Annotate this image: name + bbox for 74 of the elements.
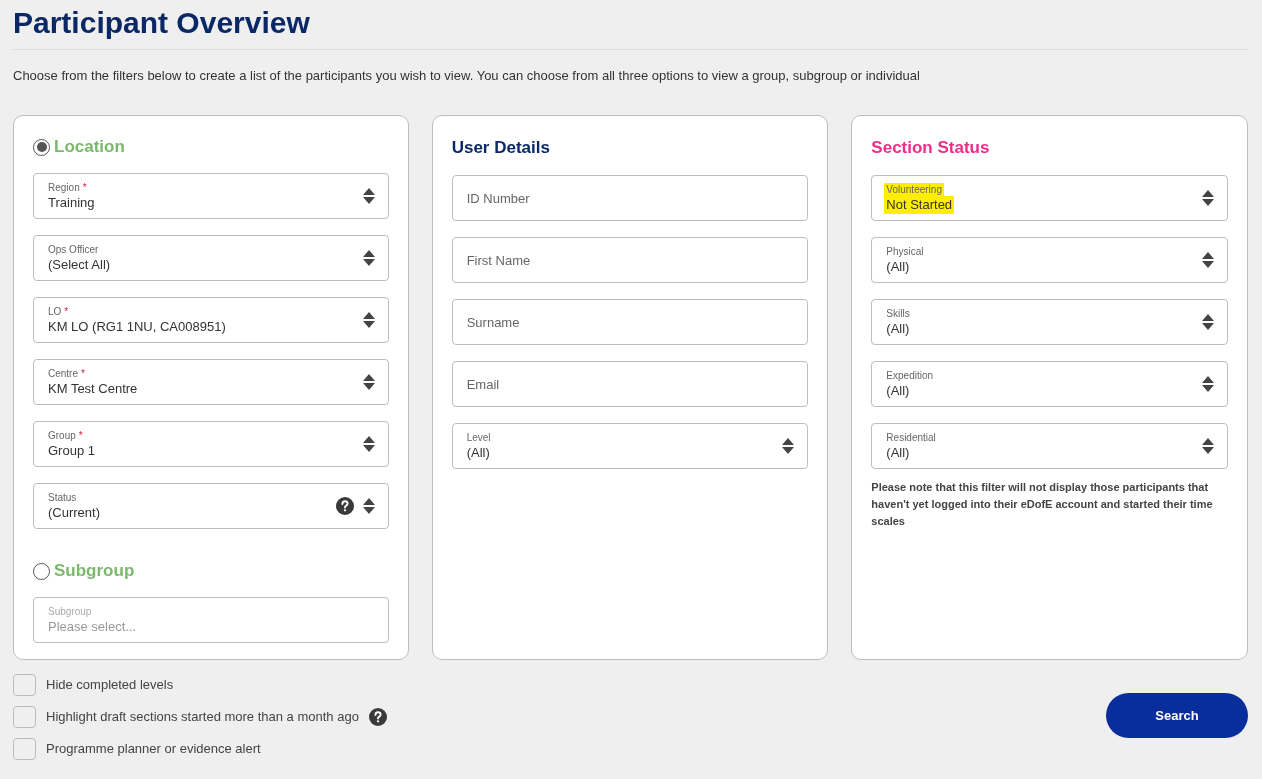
field-value: KM Test Centre xyxy=(48,379,138,398)
sort-arrows-icon xyxy=(362,188,375,204)
field-label: Group xyxy=(48,428,76,442)
dropdown-field[interactable]: Status (Current) xyxy=(33,483,389,529)
help-icon[interactable] xyxy=(368,708,387,726)
checkbox-label: Highlight draft sections started more than a month ago xyxy=(46,708,359,727)
filter-note: Please note that this filter will not display those participants that haven't yet logged into their eDofE account and started their time scales xyxy=(871,480,1214,529)
checkbox-label: Programme planner or evidence alert xyxy=(46,740,261,759)
field-label: Residential xyxy=(886,430,936,444)
sort-arrows-icon xyxy=(1202,314,1214,330)
search-button[interactable]: Search xyxy=(1106,693,1248,738)
field-label: Expedition xyxy=(886,368,934,382)
checkbox[interactable] xyxy=(13,738,36,760)
sort-arrows-icon xyxy=(1202,376,1214,392)
description: Choose from the filters below to create a list of the participants you wish to view. You can choose from all three options to view a group, subgroup or individual xyxy=(13,67,920,85)
section-heading: Subgroup xyxy=(54,560,135,583)
field-value: Training xyxy=(48,193,95,212)
text-field[interactable]: Email xyxy=(451,361,809,407)
field-value: (All) xyxy=(886,381,910,400)
dropdown-field[interactable]: Region * Training xyxy=(33,173,389,219)
section-heading: Section Status xyxy=(871,138,990,158)
field-placeholder: Please select... xyxy=(48,617,137,636)
page-title: Participant Overview xyxy=(13,5,310,41)
help-icon[interactable] xyxy=(335,497,354,515)
sort-arrows-icon xyxy=(362,374,375,390)
checkbox[interactable] xyxy=(13,706,36,728)
field-value: Group 1 xyxy=(48,441,95,460)
sort-arrows-icon xyxy=(362,250,375,266)
required-mark: * xyxy=(64,304,69,318)
field-label: Ops Officer xyxy=(48,242,99,256)
field-value: (All) xyxy=(466,443,490,462)
required-mark: * xyxy=(78,428,83,442)
sort-arrows-icon xyxy=(1202,252,1214,268)
checkbox-label: Hide completed levels xyxy=(46,676,174,695)
dropdown-field[interactable]: Residential (All) xyxy=(871,423,1228,469)
section-heading: User Details xyxy=(451,138,550,158)
field-label: Skills xyxy=(886,306,910,320)
field-value: KM LO (RG1 1NU, CA008951) xyxy=(48,317,226,336)
sort-arrows-icon xyxy=(362,436,375,452)
dropdown-field[interactable]: Group * Group 1 xyxy=(33,421,389,467)
field-label: Region xyxy=(48,180,80,194)
section-heading: Location xyxy=(54,136,125,159)
required-mark: * xyxy=(81,366,85,380)
dropdown-field[interactable]: Centre * KM Test Centre xyxy=(33,359,389,405)
dropdown-field[interactable]: Physical (All) xyxy=(871,237,1228,283)
field-label: Subgroup xyxy=(48,604,92,618)
sort-arrows-icon xyxy=(362,498,375,514)
sort-arrows-icon xyxy=(1202,190,1214,206)
sort-arrows-icon xyxy=(782,438,795,454)
field-value: Not Started xyxy=(884,195,955,214)
text-field[interactable]: First Name xyxy=(451,237,809,283)
required-mark: * xyxy=(82,180,87,194)
field-value: (All) xyxy=(886,257,910,276)
field-value: (Select All) xyxy=(48,255,111,274)
sort-arrows-icon xyxy=(1202,438,1214,454)
dropdown-field[interactable]: Expedition (All) xyxy=(871,361,1228,407)
sort-arrows-icon xyxy=(362,312,375,328)
dropdown-field[interactable]: Skills (All) xyxy=(871,299,1228,345)
field-value: (All) xyxy=(886,319,910,338)
field-value: (Current) xyxy=(48,503,100,522)
field-label: Physical xyxy=(886,244,924,258)
field-label: Status xyxy=(48,490,77,504)
text-field[interactable]: Surname xyxy=(451,299,809,345)
text-field[interactable]: ID Number xyxy=(451,175,809,221)
field-label: LO xyxy=(48,304,62,318)
field-label: Level xyxy=(466,430,491,444)
dropdown-field[interactable]: Ops Officer (Select All) xyxy=(33,235,389,281)
field-label: Centre xyxy=(48,366,78,380)
checkbox[interactable] xyxy=(13,674,36,696)
dropdown-field[interactable]: Volunteering Not Started xyxy=(871,175,1228,221)
dropdown-field[interactable]: Level (All) xyxy=(451,423,809,469)
field-value: (All) xyxy=(886,443,910,462)
dropdown-field[interactable]: LO * KM LO (RG1 1NU, CA008951) xyxy=(33,297,389,343)
field-label: Volunteering xyxy=(884,182,944,196)
